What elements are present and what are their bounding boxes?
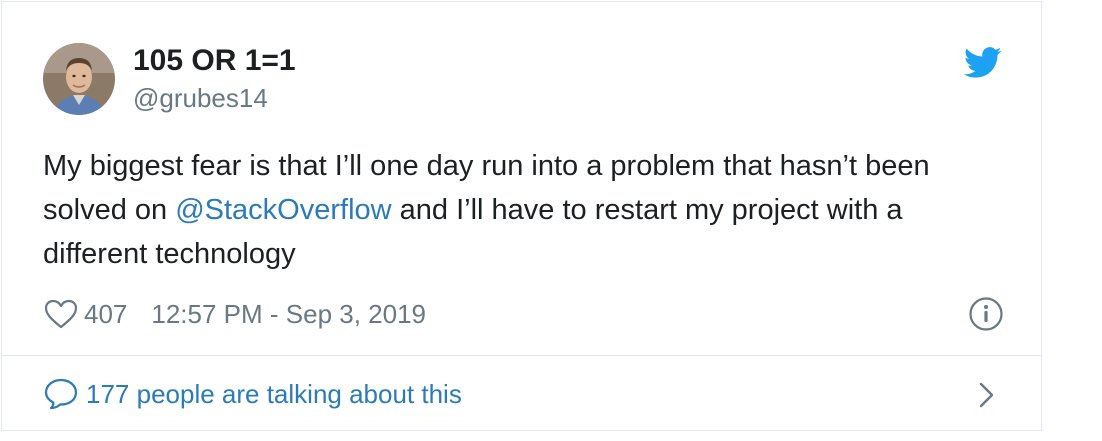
tweet-meta: 407 12:57 PM - Sep 3, 2019: [43, 295, 426, 333]
tweet-card: 105 OR 1=1 @grubes14 My biggest fear is …: [1, 1, 1042, 431]
info-icon[interactable]: [968, 296, 1004, 332]
author-handle[interactable]: @grubes14: [133, 83, 268, 114]
twitter-bird-icon[interactable]: [964, 46, 1002, 80]
like-count[interactable]: 407: [84, 299, 127, 330]
chevron-right-icon[interactable]: [976, 379, 998, 411]
tweet-text: My biggest fear is that I’ll one day run…: [43, 144, 1003, 276]
divider: [2, 355, 1041, 356]
mention-link[interactable]: @StackOverflow: [175, 194, 391, 226]
heart-icon[interactable]: [43, 298, 79, 330]
talking-label[interactable]: 177 people are talking about this: [86, 379, 462, 410]
tweet-timestamp[interactable]: 12:57 PM - Sep 3, 2019: [151, 299, 426, 330]
author-display-name[interactable]: 105 OR 1=1: [133, 44, 296, 78]
avatar[interactable]: [43, 43, 115, 115]
speech-bubble-icon: [43, 377, 79, 411]
conversation-link[interactable]: 177 people are talking about this: [43, 374, 462, 414]
